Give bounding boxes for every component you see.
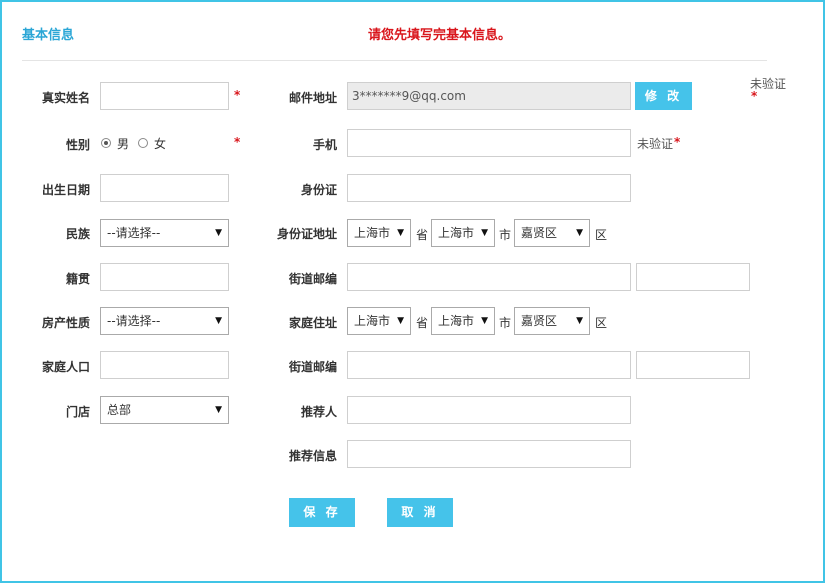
household-label: 家庭人口 (41, 360, 90, 374)
id-province-select[interactable]: 上海市 ▼ (347, 219, 411, 247)
divider (22, 60, 767, 61)
id-postcode-input[interactable] (636, 263, 750, 291)
required-mark: * (234, 135, 241, 149)
email-label: 邮件地址 (288, 91, 337, 105)
id-district-select[interactable]: 嘉贤区 ▼ (514, 219, 590, 247)
mobile-status: 未验证 (637, 137, 674, 151)
id-province-value: 上海市 (354, 226, 391, 240)
native-place-label: 籍贯 (65, 272, 90, 286)
city-unit: 市 (499, 228, 512, 242)
street-postcode-label: 街道邮编 (288, 360, 337, 374)
referrer-label: 推荐人 (300, 405, 337, 419)
dropdown-arrow-icon: ▼ (215, 228, 222, 238)
referrer-info-label: 推荐信息 (288, 449, 337, 463)
gender-female-label: 女 (154, 137, 167, 151)
home-district-value: 嘉贤区 (521, 314, 558, 328)
referrer-info-input[interactable] (347, 440, 631, 468)
property-label: 房产性质 (41, 316, 90, 330)
ethnicity-value: --请选择-- (107, 226, 161, 240)
mobile-input[interactable] (347, 129, 631, 157)
mobile-label: 手机 (312, 138, 337, 152)
home-city-select[interactable]: 上海市 ▼ (431, 307, 495, 335)
home-address-label: 家庭住址 (288, 316, 337, 330)
dropdown-arrow-icon: ▼ (397, 228, 404, 238)
dropdown-arrow-icon: ▼ (481, 228, 488, 238)
ethnicity-label: 民族 (65, 227, 90, 241)
modify-email-button[interactable]: 修 改 (635, 82, 692, 110)
native-place-input[interactable] (100, 263, 229, 291)
dropdown-arrow-icon: ▼ (576, 228, 583, 238)
real-name-label: 真实姓名 (41, 91, 90, 105)
province-unit: 省 (416, 316, 429, 330)
gender-female-radio[interactable] (138, 138, 148, 148)
home-province-value: 上海市 (354, 314, 391, 328)
id-address-label: 身份证地址 (277, 227, 338, 241)
birthdate-input[interactable] (100, 174, 229, 202)
home-province-select[interactable]: 上海市 ▼ (347, 307, 411, 335)
store-label: 门店 (65, 405, 90, 419)
id-city-select[interactable]: 上海市 ▼ (431, 219, 495, 247)
required-mark: * (234, 88, 241, 102)
province-unit: 省 (416, 228, 429, 242)
gender-label: 性别 (65, 138, 90, 152)
street-postcode-label: 街道邮编 (288, 272, 337, 286)
dropdown-arrow-icon: ▼ (576, 316, 583, 326)
home-district-select[interactable]: 嘉贤区 ▼ (514, 307, 590, 335)
store-select[interactable]: 总部 ▼ (100, 396, 229, 424)
birthdate-label: 出生日期 (41, 183, 90, 197)
required-mark: * (674, 135, 681, 149)
home-postcode-input[interactable] (636, 351, 750, 379)
id-card-label: 身份证 (300, 183, 337, 197)
dropdown-arrow-icon: ▼ (215, 405, 222, 415)
gender-male-label: 男 (117, 137, 130, 151)
property-select[interactable]: --请选择-- ▼ (100, 307, 229, 335)
home-city-value: 上海市 (438, 314, 475, 328)
city-unit: 市 (499, 316, 512, 330)
ethnicity-select[interactable]: --请选择-- ▼ (100, 219, 229, 247)
district-unit: 区 (595, 228, 608, 242)
id-city-value: 上海市 (438, 226, 475, 240)
id-card-input[interactable] (347, 174, 631, 202)
email-input[interactable] (347, 82, 631, 110)
save-button[interactable]: 保 存 (289, 498, 355, 527)
dropdown-arrow-icon: ▼ (481, 316, 488, 326)
household-input[interactable] (100, 351, 229, 379)
referrer-input[interactable] (347, 396, 631, 424)
home-street-input[interactable] (347, 351, 631, 379)
district-unit: 区 (595, 316, 608, 330)
id-district-value: 嘉贤区 (521, 226, 558, 240)
store-value: 总部 (107, 403, 132, 417)
section-title: 基本信息 (22, 28, 75, 43)
real-name-input[interactable] (100, 82, 229, 110)
notice-message: 请您先填写完基本信息。 (368, 28, 512, 43)
id-street-input[interactable] (347, 263, 631, 291)
dropdown-arrow-icon: ▼ (215, 316, 222, 326)
required-mark: * (751, 89, 758, 103)
cancel-button[interactable]: 取 消 (387, 498, 453, 527)
property-value: --请选择-- (107, 314, 161, 328)
gender-male-radio[interactable] (101, 138, 111, 148)
dropdown-arrow-icon: ▼ (397, 316, 404, 326)
